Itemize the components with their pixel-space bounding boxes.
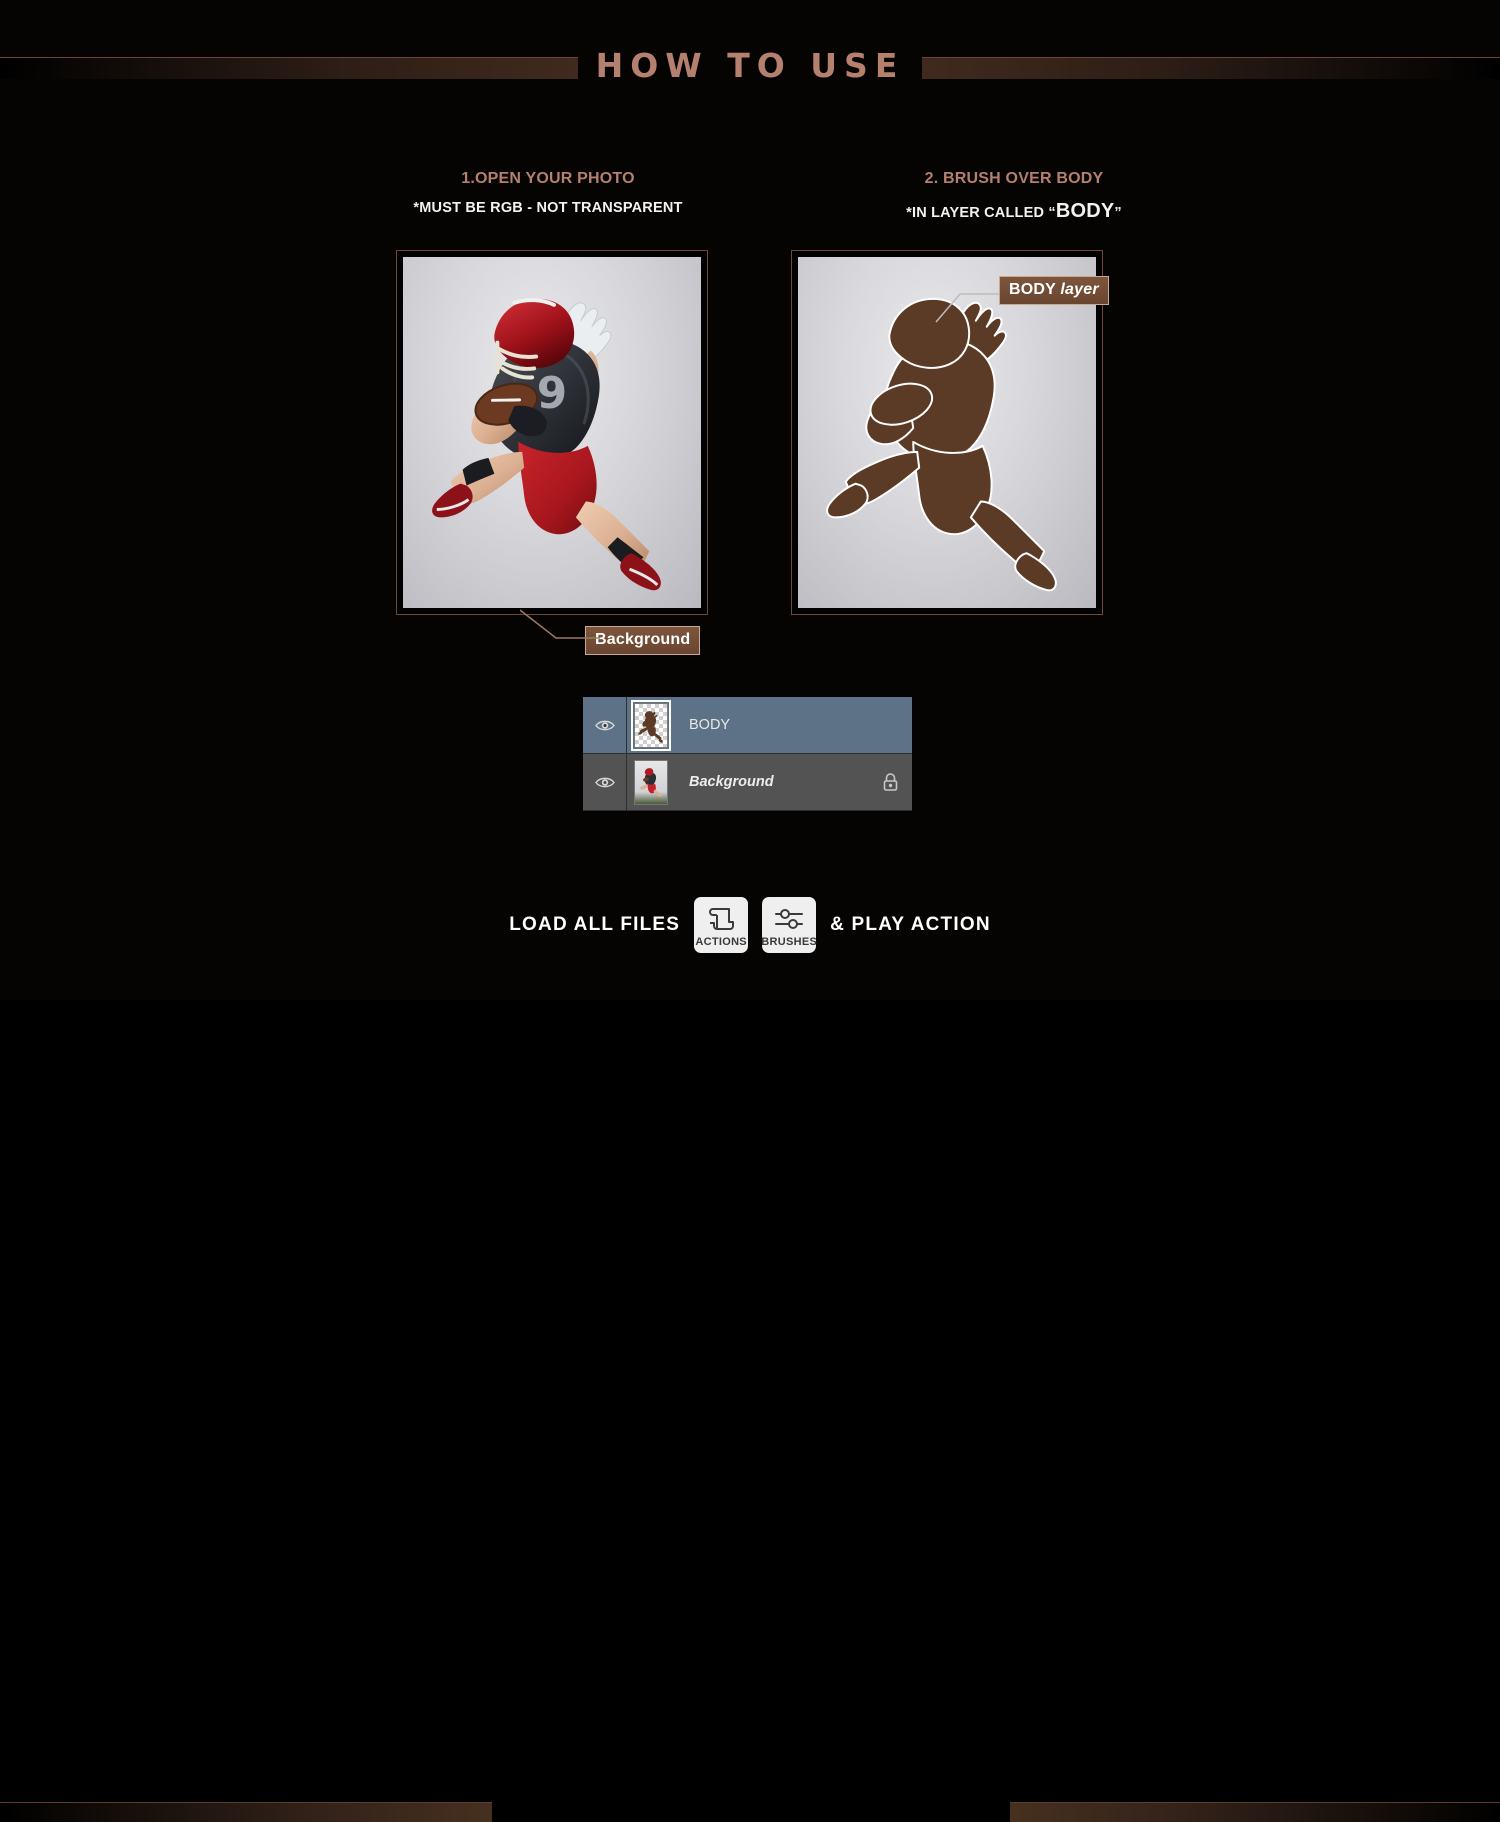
photo-canvas-silhouette — [798, 257, 1096, 608]
callout-body-layer-bold: BODY — [1009, 281, 1056, 298]
callout-body-layer: BODY layer — [999, 276, 1109, 305]
step-two-subtitle-suffix: ” — [1114, 205, 1122, 221]
photo-canvas-original: 9 — [403, 257, 701, 608]
brushes-button-caption: BRUSHES — [761, 936, 818, 948]
layer-lock-cell — [868, 697, 912, 753]
footer-left-label: LOAD ALL FILES — [509, 914, 681, 935]
svg-text:9: 9 — [537, 368, 567, 419]
layer-thumbnail-body — [631, 699, 671, 751]
callout-background: Background — [585, 626, 701, 655]
page-title: HOW TO USE — [595, 46, 905, 85]
header: HOW TO USE — [0, 0, 1500, 120]
step-two-subtitle-emphasis: BODY — [1055, 200, 1115, 222]
sliders-icon — [773, 903, 805, 935]
footer-center: LOAD ALL FILES ACTIONS BRUSHES & PLAY AC… — [0, 890, 1500, 960]
football-player-silhouette — [826, 297, 1057, 592]
lock-icon — [883, 773, 897, 791]
layers-panel[interactable]: BODY Background — [583, 697, 912, 811]
step-one-subtitle: *MUST BE RGB - NOT TRANSPARENT — [413, 200, 683, 216]
eye-icon — [594, 720, 615, 730]
layer-row[interactable]: BODY — [583, 697, 912, 754]
footer-right-label: & PLAY ACTION — [830, 914, 991, 935]
step-one: 1.OPEN YOUR PHOTO *MUST BE RGB - NOT TRA… — [383, 170, 713, 216]
callout-body-layer-italic: layer — [1060, 281, 1099, 298]
layer-name[interactable]: Background — [675, 774, 868, 790]
layer-visibility-toggle[interactable] — [583, 754, 627, 810]
photo-frame-original: 9 — [396, 250, 708, 615]
thumbnail-player-icon — [639, 767, 662, 797]
footer: LOAD ALL FILES ACTIONS BRUSHES & PLAY AC… — [0, 890, 1500, 1822]
thumbnail-silhouette-icon — [638, 710, 663, 743]
layer-name[interactable]: BODY — [675, 717, 868, 733]
footer-bar-right — [1010, 1802, 1500, 1822]
layer-lock-cell[interactable] — [868, 754, 912, 810]
brushes-button[interactable]: BRUSHES — [761, 897, 818, 953]
eye-icon — [594, 777, 615, 787]
step-two-title: 2. BRUSH OVER BODY — [924, 170, 1104, 187]
actions-button[interactable]: ACTIONS — [694, 897, 749, 953]
layer-thumbnail-cell[interactable] — [627, 697, 675, 753]
layer-thumbnail-cell[interactable] — [627, 754, 675, 810]
layer-thumbnail-background — [634, 759, 668, 805]
step-two: 2. BRUSH OVER BODY *IN LAYER CALLED “BOD… — [783, 170, 1122, 223]
step-two-subtitle-prefix: *IN LAYER CALLED “ — [906, 205, 1056, 221]
step-one-title: 1.OPEN YOUR PHOTO — [461, 170, 635, 187]
football-player-photo: 9 — [432, 298, 661, 591]
step-two-subtitle: *IN LAYER CALLED “BODY” — [849, 200, 1179, 223]
footer-bar-left — [0, 1802, 492, 1822]
scroll-icon — [706, 903, 736, 935]
layer-row[interactable]: Background — [583, 754, 912, 811]
layer-visibility-toggle[interactable] — [583, 697, 627, 753]
actions-button-caption: ACTIONS — [695, 936, 747, 948]
